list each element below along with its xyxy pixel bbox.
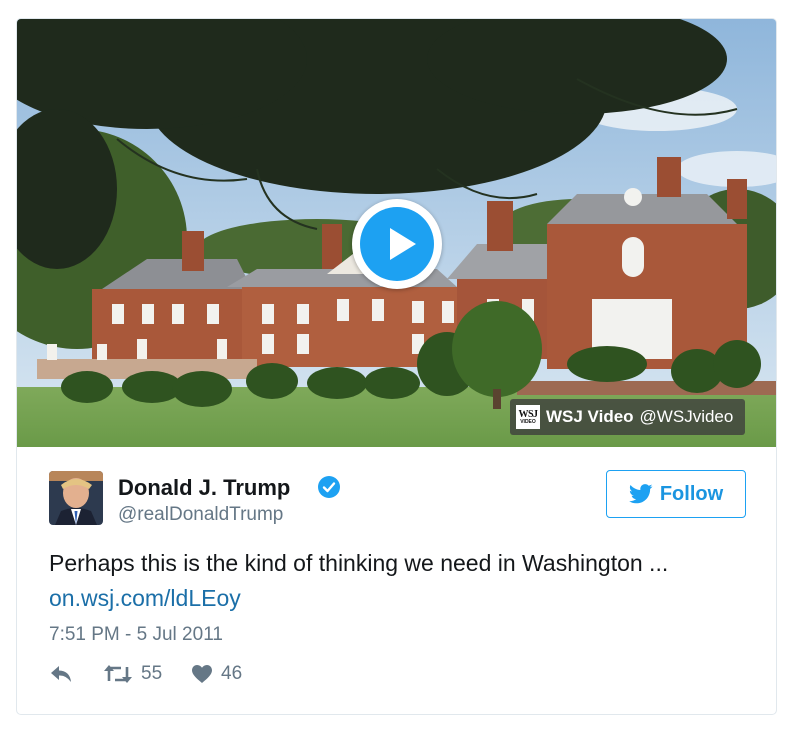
tweet-card: WSJ VIDEO WSJ Video @WSJvideo Donald J. … — [16, 18, 777, 715]
twitter-bird-icon — [628, 484, 653, 504]
retweet-count: 55 — [141, 663, 163, 684]
play-button[interactable] — [352, 199, 442, 289]
tweet-text: Perhaps this is the kind of thinking we … — [49, 550, 669, 576]
follow-button[interactable]: Follow — [606, 470, 746, 518]
verified-badge-icon — [318, 476, 340, 498]
reply-button[interactable] — [49, 663, 73, 685]
author-name[interactable]: Donald J. Trump — [118, 475, 290, 501]
wsj-logo-icon: WSJ VIDEO — [516, 405, 540, 429]
retweet-button[interactable]: 55 — [103, 663, 162, 685]
attribution-handle: @WSJvideo — [639, 407, 734, 426]
attribution-name: WSJ Video — [546, 407, 634, 426]
follow-button-label: Follow — [659, 482, 724, 505]
play-icon — [360, 207, 434, 281]
tweet-link[interactable]: on.wsj.com/ldLEoy — [49, 585, 241, 612]
tweet-timestamp[interactable]: 7:51 PM - 5 Jul 2011 — [49, 624, 223, 646]
video-attribution[interactable]: WSJ VIDEO WSJ Video @WSJvideo — [510, 399, 746, 435]
retweet-icon — [104, 665, 132, 683]
reply-icon — [51, 666, 71, 682]
like-button[interactable]: 46 — [191, 663, 242, 685]
video-thumbnail[interactable]: WSJ VIDEO WSJ Video @WSJvideo — [17, 19, 776, 447]
wsj-logo-subtext: VIDEO — [520, 418, 536, 425]
heart-icon — [192, 665, 212, 683]
wsj-logo-text: WSJ — [518, 408, 538, 420]
like-count: 46 — [221, 663, 243, 684]
author-handle[interactable]: @realDonaldTrump — [118, 504, 283, 526]
avatar[interactable] — [49, 471, 103, 525]
